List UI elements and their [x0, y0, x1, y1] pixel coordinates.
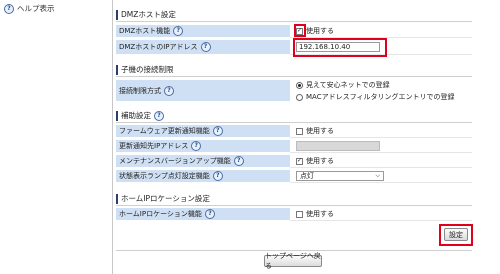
- notify-ip-label: 更新通知先IPアドレス: [119, 142, 189, 150]
- highlight-set-button: [439, 224, 473, 246]
- parental-option-1-label: 見えて安心ネットでの登録: [306, 81, 390, 89]
- firmware-checkbox[interactable]: [296, 127, 303, 135]
- help-link[interactable]: ? ヘルプ表示: [4, 3, 55, 14]
- dmz-func-value: 使用する: [306, 27, 334, 35]
- maint-checkbox[interactable]: ✓: [296, 157, 303, 165]
- chevron-down-icon: ⌵: [375, 172, 380, 179]
- maint-value: 使用する: [306, 157, 334, 165]
- aux-section-title: 補助設定 ?: [116, 110, 164, 121]
- radio-unselected[interactable]: [296, 93, 303, 101]
- lamp-label: 状態表示ランプ点灯設定機能: [119, 172, 210, 180]
- highlight-checkbox: [294, 24, 306, 37]
- homeip-title-text: ホームIPロケーション設定: [121, 194, 210, 203]
- sidebar: ? ヘルプ表示: [0, 0, 104, 274]
- lamp-select-value: 点灯: [300, 172, 314, 180]
- parental-method-label: 接続制限方式: [119, 86, 161, 95]
- help-icon[interactable]: ?: [233, 156, 244, 166]
- help-icon[interactable]: ?: [191, 141, 202, 151]
- firmware-value: 使用する: [306, 127, 334, 135]
- homeip-section-title: ホームIPロケーション設定: [116, 193, 210, 204]
- aux-title-text: 補助設定: [121, 111, 151, 120]
- highlight-ip: [293, 38, 387, 57]
- homeip-checkbox[interactable]: [296, 210, 303, 218]
- help-icon[interactable]: ?: [204, 209, 215, 219]
- parental-option-1[interactable]: 見えて安心ネットでの登録: [296, 80, 472, 90]
- homeip-label: ホームIPロケーション機能: [119, 210, 202, 218]
- homeip-value: 使用する: [306, 210, 334, 218]
- help-icon[interactable]: ?: [212, 126, 223, 136]
- notify-ip-input[interactable]: [296, 141, 380, 151]
- notify-ip-row: 更新通知先IPアドレス ?: [116, 140, 472, 153]
- help-label: ヘルプ表示: [17, 4, 55, 13]
- back-to-top-button[interactable]: トップページへ戻る: [264, 252, 322, 270]
- parental-section-title: 子機の接続制限: [116, 64, 174, 75]
- help-icon[interactable]: ?: [154, 110, 164, 121]
- help-icon[interactable]: ?: [164, 85, 174, 96]
- dmz-ip-label: DMZホストのIPアドレス: [119, 43, 198, 51]
- firmware-row: ファームウェア更新通知機能 ? 使用する: [116, 125, 472, 138]
- parental-option-2[interactable]: MACアドレスフィルタリングエントリでの登録: [296, 92, 472, 102]
- lamp-select[interactable]: 点灯 ⌵: [296, 171, 384, 181]
- dmz-title-text: DMZホスト設定: [121, 10, 176, 19]
- sidebar-divider: [112, 0, 113, 274]
- help-icon[interactable]: ?: [212, 171, 223, 181]
- divider: [116, 76, 472, 77]
- maint-row: メンテナンスバージョンアップ機能 ? ✓ 使用する: [116, 155, 472, 168]
- dmz-func-label: DMZホスト機能: [119, 27, 171, 35]
- help-icon[interactable]: ?: [173, 26, 184, 36]
- parental-title-text: 子機の接続制限: [121, 65, 174, 74]
- homeip-row: ホームIPロケーション機能 ? 使用する: [116, 208, 472, 221]
- help-icon[interactable]: ?: [200, 42, 211, 52]
- help-icon: ?: [4, 3, 14, 14]
- firmware-label: ファームウェア更新通知機能: [119, 127, 210, 135]
- lamp-row: 状態表示ランプ点灯設定機能 ? 点灯 ⌵: [116, 170, 472, 183]
- divider: [116, 122, 472, 123]
- divider: [116, 205, 472, 206]
- parental-method-row: 接続制限方式 ? 見えて安心ネットでの登録 MACアドレスフィルタリングエントリ…: [116, 80, 472, 102]
- dmz-section-title: DMZホスト設定: [116, 9, 176, 20]
- parental-option-2-label: MACアドレスフィルタリングエントリでの登録: [306, 93, 455, 101]
- maint-label: メンテナンスバージョンアップ機能: [119, 157, 231, 165]
- radio-selected[interactable]: [296, 81, 303, 89]
- divider: [116, 21, 472, 22]
